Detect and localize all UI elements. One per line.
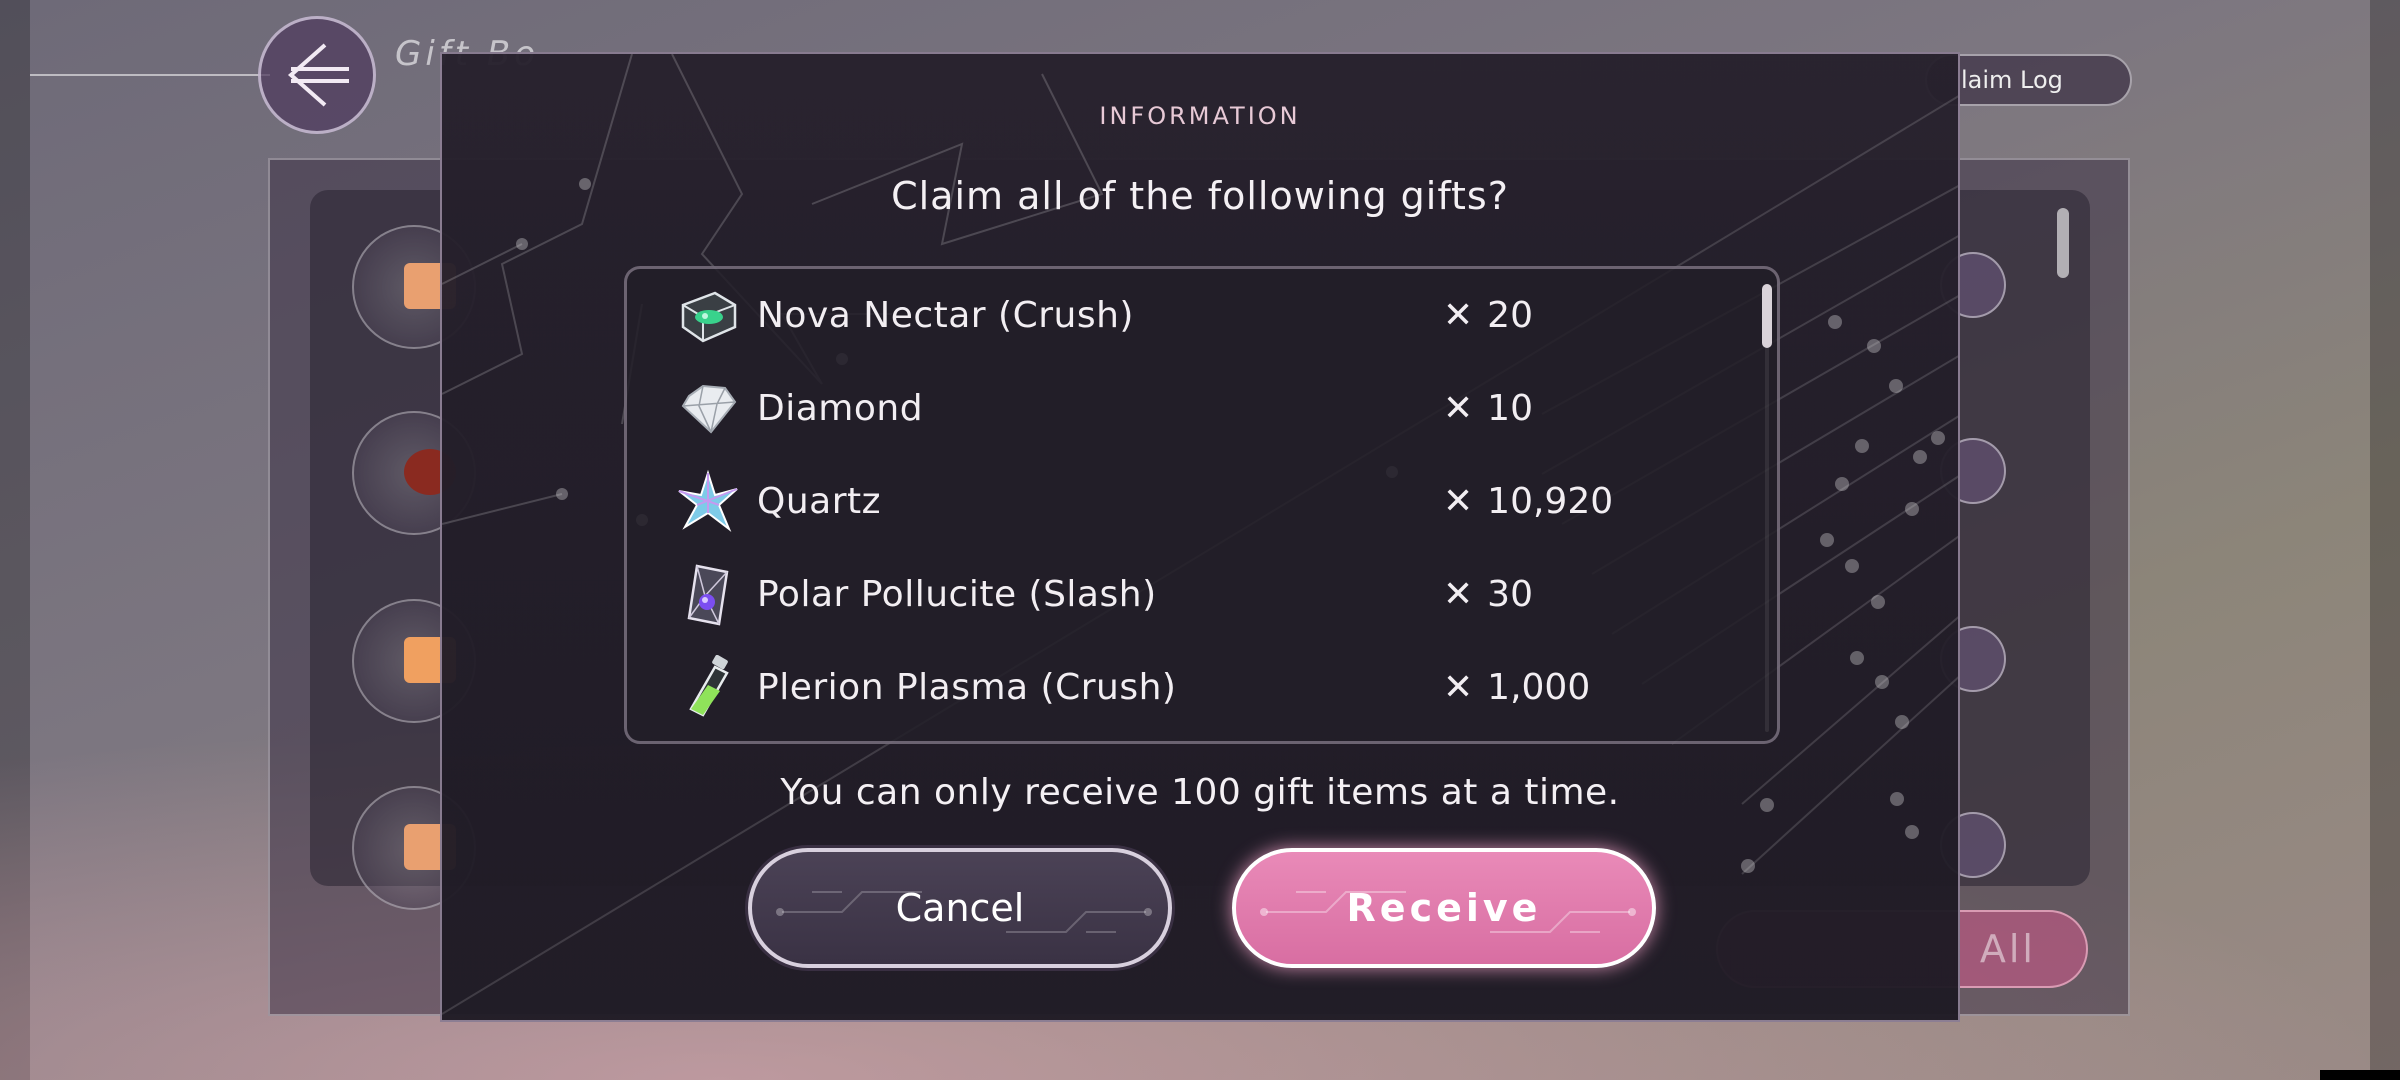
gift-name: Nova Nectar (Crush) — [757, 295, 1134, 336]
gift-list[interactable]: Nova Nectar (Crush) ✕ 20 Diamond ✕ 10 Quar… — [624, 266, 1780, 744]
dialog-header: INFORMATION — [1099, 102, 1301, 130]
header-line — [30, 74, 270, 76]
back-button[interactable] — [258, 16, 376, 134]
gift-quantity: ✕ 10 — [1443, 362, 1533, 455]
gift-list-scrollbar[interactable] — [2057, 208, 2069, 278]
cancel-label: Cancel — [895, 886, 1025, 930]
gift-quantity-value: 10 — [1487, 388, 1533, 429]
quartz-icon — [675, 469, 741, 535]
receive-button[interactable]: Receive — [1232, 848, 1656, 968]
gift-row: Quartz ✕ 10,920 — [627, 455, 1777, 548]
gift-quantity-value: 1,000 — [1487, 667, 1591, 708]
polar-pollucite-icon — [675, 562, 741, 628]
multiply-icon: ✕ — [1443, 388, 1474, 429]
gift-row: Diamond ✕ 10 — [627, 362, 1777, 455]
dialog-question: Claim all of the following gifts? — [891, 174, 1509, 218]
gift-name: Plerion Plasma (Crush) — [757, 667, 1177, 708]
gift-name: Quartz — [757, 481, 882, 522]
gift-quantity-value: 10,920 — [1487, 481, 1614, 522]
gift-quantity: ✕ 30 — [1443, 548, 1533, 641]
multiply-icon: ✕ — [1443, 481, 1474, 522]
gift-quantity-value: 20 — [1487, 295, 1533, 336]
receive-label: Receive — [1346, 886, 1542, 930]
diamond-icon — [675, 376, 741, 442]
corner-bar — [2320, 1070, 2400, 1080]
multiply-icon: ✕ — [1443, 295, 1474, 336]
back-arrow-icon — [287, 43, 349, 107]
claim-dialog: INFORMATION Claim all of the following g… — [440, 52, 1960, 1022]
cancel-button[interactable]: Cancel — [748, 848, 1172, 968]
gift-quantity: ✕ 10,920 — [1443, 455, 1613, 548]
nova-nectar-icon — [675, 283, 741, 349]
gift-name: Polar Pollucite (Slash) — [757, 574, 1157, 615]
gift-limit-note: You can only receive 100 gift items at a… — [780, 772, 1620, 813]
gift-quantity: ✕ 20 — [1443, 269, 1533, 362]
gift-row: Nova Nectar (Crush) ✕ 20 — [627, 269, 1777, 362]
gift-row: Plerion Plasma (Crush) ✕ 1,000 — [627, 641, 1777, 734]
gift-name: Diamond — [757, 388, 924, 429]
gift-quantity-value: 30 — [1487, 574, 1533, 615]
plerion-plasma-icon — [675, 655, 741, 721]
multiply-icon: ✕ — [1443, 667, 1474, 708]
gift-row: Polar Pollucite (Slash) ✕ 30 — [627, 548, 1777, 641]
multiply-icon: ✕ — [1443, 574, 1474, 615]
gift-quantity: ✕ 1,000 — [1443, 641, 1590, 734]
